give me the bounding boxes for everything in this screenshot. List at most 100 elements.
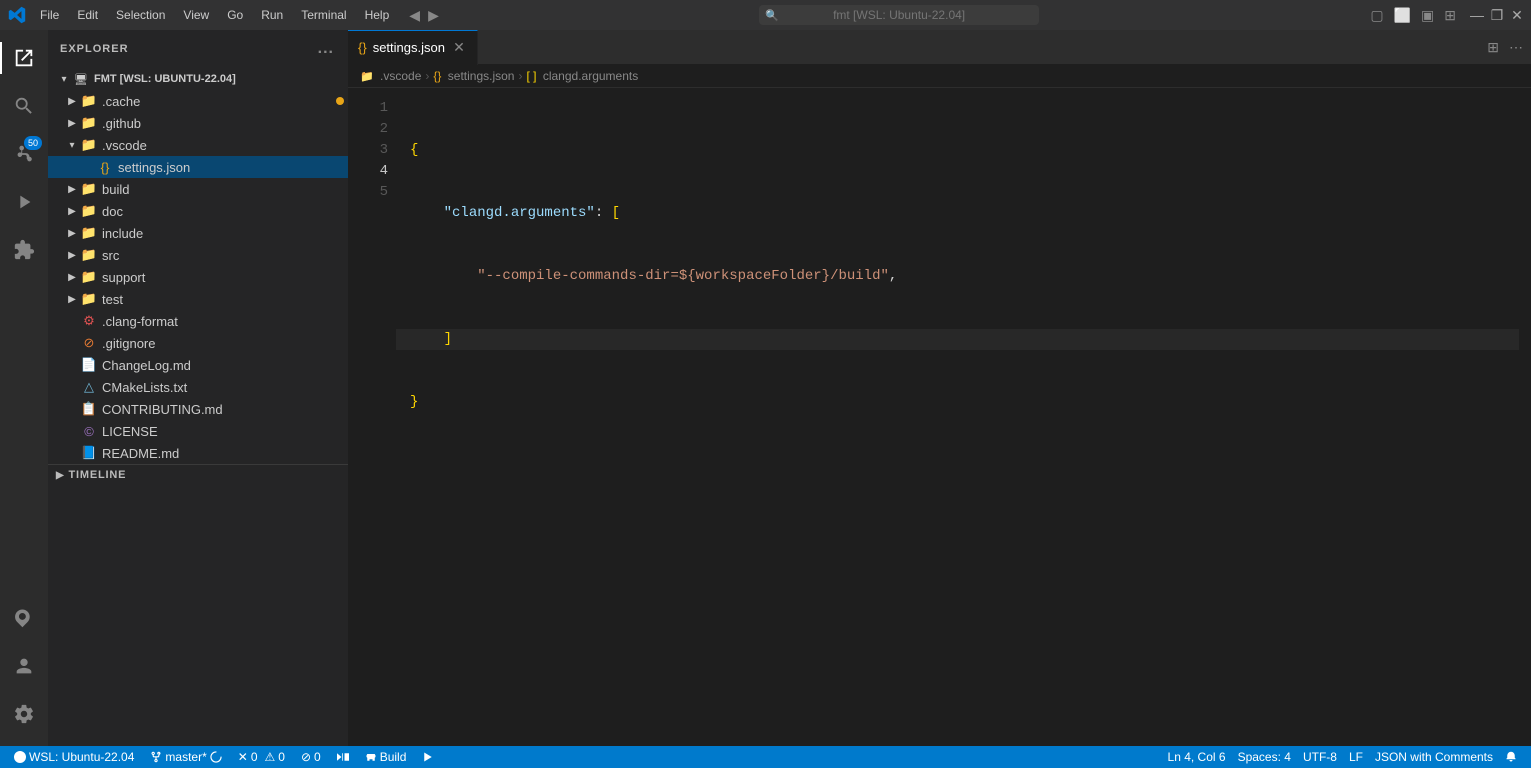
status-wsl[interactable]: WSL: Ubuntu-22.04 [8, 746, 140, 768]
status-bar: WSL: Ubuntu-22.04 master* ✕ 0 ⚠ 0 ⊘ 0 Bu… [0, 746, 1531, 768]
github-label: .github [102, 116, 348, 131]
sidebar-header: EXPLORER ... [48, 30, 348, 68]
tree-item-cmakelists[interactable]: ▶ △ CMakeLists.txt [48, 376, 348, 398]
status-spaces[interactable]: Spaces: 4 [1232, 746, 1297, 768]
status-position[interactable]: Ln 4, Col 6 [1162, 746, 1232, 768]
breadcrumb-vscode-icon: 📁 [360, 71, 374, 83]
tree-item-changelog[interactable]: ▶ 📄 ChangeLog.md [48, 354, 348, 376]
tab-bar: {} settings.json ✕ ⊞ ⋯ [348, 30, 1531, 65]
minimize-button[interactable]: — [1471, 9, 1483, 21]
bell-icon [1505, 751, 1517, 763]
status-errors[interactable]: ✕ 0 ⚠ 0 [232, 746, 291, 768]
menu-help[interactable]: Help [357, 6, 398, 24]
activity-extensions[interactable] [0, 226, 48, 274]
tree-item-build[interactable]: ▶ 📁 build [48, 178, 348, 200]
line-num-5: 5 [348, 182, 388, 203]
customize-layout-icon[interactable]: ⊞ [1441, 5, 1459, 26]
tree-item-cache[interactable]: ▶ 📁 .cache [48, 90, 348, 112]
tree-item-readme[interactable]: ▶ 📘 README.md [48, 442, 348, 464]
root-folder-icon: 🖥 [72, 73, 90, 86]
toggle-panel-icon[interactable]: ⬜ [1391, 5, 1414, 26]
more-tabs-button[interactable]: ⋯ [1505, 37, 1527, 58]
tree-root[interactable]: ▾ 🖥 FMT [WSL: UBUNTU-22.04] [48, 68, 348, 90]
breadcrumb-clangd-args[interactable]: [ ] clangd.arguments [526, 69, 638, 83]
tree-item-include[interactable]: ▶ 📁 include [48, 222, 348, 244]
activity-source-control[interactable]: 50 [0, 130, 48, 178]
tab-settings-json-close[interactable]: ✕ [451, 40, 467, 56]
status-build[interactable]: Build [359, 746, 413, 768]
menu-run[interactable]: Run [253, 6, 291, 24]
activity-accounts[interactable] [0, 642, 48, 690]
activity-remote[interactable] [0, 594, 48, 642]
close-button[interactable]: ✕ [1511, 9, 1523, 21]
status-language[interactable]: JSON with Comments [1369, 746, 1499, 768]
tab-settings-json[interactable]: {} settings.json ✕ [348, 30, 478, 65]
status-run-btn[interactable] [416, 746, 440, 768]
src-label: src [102, 248, 348, 263]
sync-icon [210, 751, 222, 763]
status-info[interactable]: ⊘ 0 [295, 746, 327, 768]
restore-button[interactable]: ❐ [1491, 9, 1503, 21]
menu-terminal[interactable]: Terminal [293, 6, 354, 24]
status-run[interactable] [331, 746, 355, 768]
tree-item-license[interactable]: ▶ © LICENSE [48, 420, 348, 442]
sidebar-more-actions[interactable]: ... [316, 38, 336, 60]
gitignore-label: .gitignore [102, 336, 348, 351]
status-encoding[interactable]: UTF-8 [1297, 746, 1343, 768]
tree-item-test[interactable]: ▶ 📁 test [48, 288, 348, 310]
breadcrumb-settings-json[interactable]: {} settings.json [433, 69, 514, 83]
include-folder-icon: 📁 [80, 225, 98, 241]
tab-settings-json-icon: {} [358, 40, 367, 55]
explorer-title: EXPLORER [60, 43, 129, 55]
code-editor[interactable]: 1 2 3 4 5 { "clangd.arguments": [ "--com… [348, 88, 1531, 746]
src-folder-icon: 📁 [80, 247, 98, 263]
menu-selection[interactable]: Selection [108, 6, 173, 24]
status-bell[interactable] [1499, 746, 1523, 768]
activity-explorer[interactable] [0, 34, 48, 82]
tree-item-contributing[interactable]: ▶ 📋 CONTRIBUTING.md [48, 398, 348, 420]
tree-item-gitignore[interactable]: ▶ ⊘ .gitignore [48, 332, 348, 354]
status-line-ending[interactable]: LF [1343, 746, 1369, 768]
toggle-auxiliary-icon[interactable]: ▣ [1418, 5, 1437, 26]
activity-settings[interactable] [0, 690, 48, 738]
tree-item-support[interactable]: ▶ 📁 support [48, 266, 348, 288]
doc-folder-icon: 📁 [80, 203, 98, 219]
toggle-sidebar-icon[interactable]: ▢ [1367, 5, 1386, 26]
breadcrumb-settings-json-label: settings.json [448, 69, 515, 83]
clang-format-icon: ⚙ [80, 313, 98, 329]
menu-go[interactable]: Go [219, 6, 251, 24]
tree-item-clang-format[interactable]: ▶ ⚙ .clang-format [48, 310, 348, 332]
tree-item-src[interactable]: ▶ 📁 src [48, 244, 348, 266]
spaces-label: Spaces: 4 [1238, 750, 1291, 764]
code-content[interactable]: { "clangd.arguments": [ "--compile-comma… [396, 88, 1519, 746]
menu-file[interactable]: File [32, 6, 67, 24]
activity-run-debug[interactable] [0, 178, 48, 226]
layout-icons: ▢ ⬜ ▣ ⊞ [1367, 5, 1459, 26]
cache-modified-dot [336, 97, 344, 105]
doc-label: doc [102, 204, 348, 219]
vscode-folder-icon: 📁 [80, 137, 98, 153]
timeline-header[interactable]: ▶ TIMELINE [48, 465, 348, 485]
build-arrow-icon: ▶ [64, 184, 80, 195]
activity-search[interactable] [0, 82, 48, 130]
breadcrumb-vscode[interactable]: 📁 .vscode [360, 69, 421, 83]
readme-label: README.md [102, 446, 348, 461]
status-branch[interactable]: master* [144, 746, 227, 768]
search-input[interactable] [759, 5, 1039, 25]
split-editor-button[interactable]: ⊞ [1483, 37, 1503, 58]
editor-area: {} settings.json ✕ ⊞ ⋯ 📁 .vscode › {} se… [348, 30, 1531, 746]
tree-item-doc[interactable]: ▶ 📁 doc [48, 200, 348, 222]
menu-view[interactable]: View [175, 6, 217, 24]
tree-item-settings-json[interactable]: ▶ {} settings.json [48, 156, 348, 178]
build-icon [365, 751, 377, 763]
tab-settings-json-label: settings.json [373, 40, 445, 55]
source-control-badge: 50 [24, 136, 42, 150]
menu-edit[interactable]: Edit [69, 6, 106, 24]
nav-forward-button[interactable]: ▶ [428, 7, 439, 24]
run-play-icon [422, 751, 434, 763]
nav-back-button[interactable]: ◀ [409, 7, 420, 24]
tree-item-github[interactable]: ▶ 📁 .github [48, 112, 348, 134]
tree-item-vscode[interactable]: ▾ 📁 .vscode [48, 134, 348, 156]
code-line-4: ] [396, 329, 1519, 350]
info-count: 0 [314, 750, 321, 764]
